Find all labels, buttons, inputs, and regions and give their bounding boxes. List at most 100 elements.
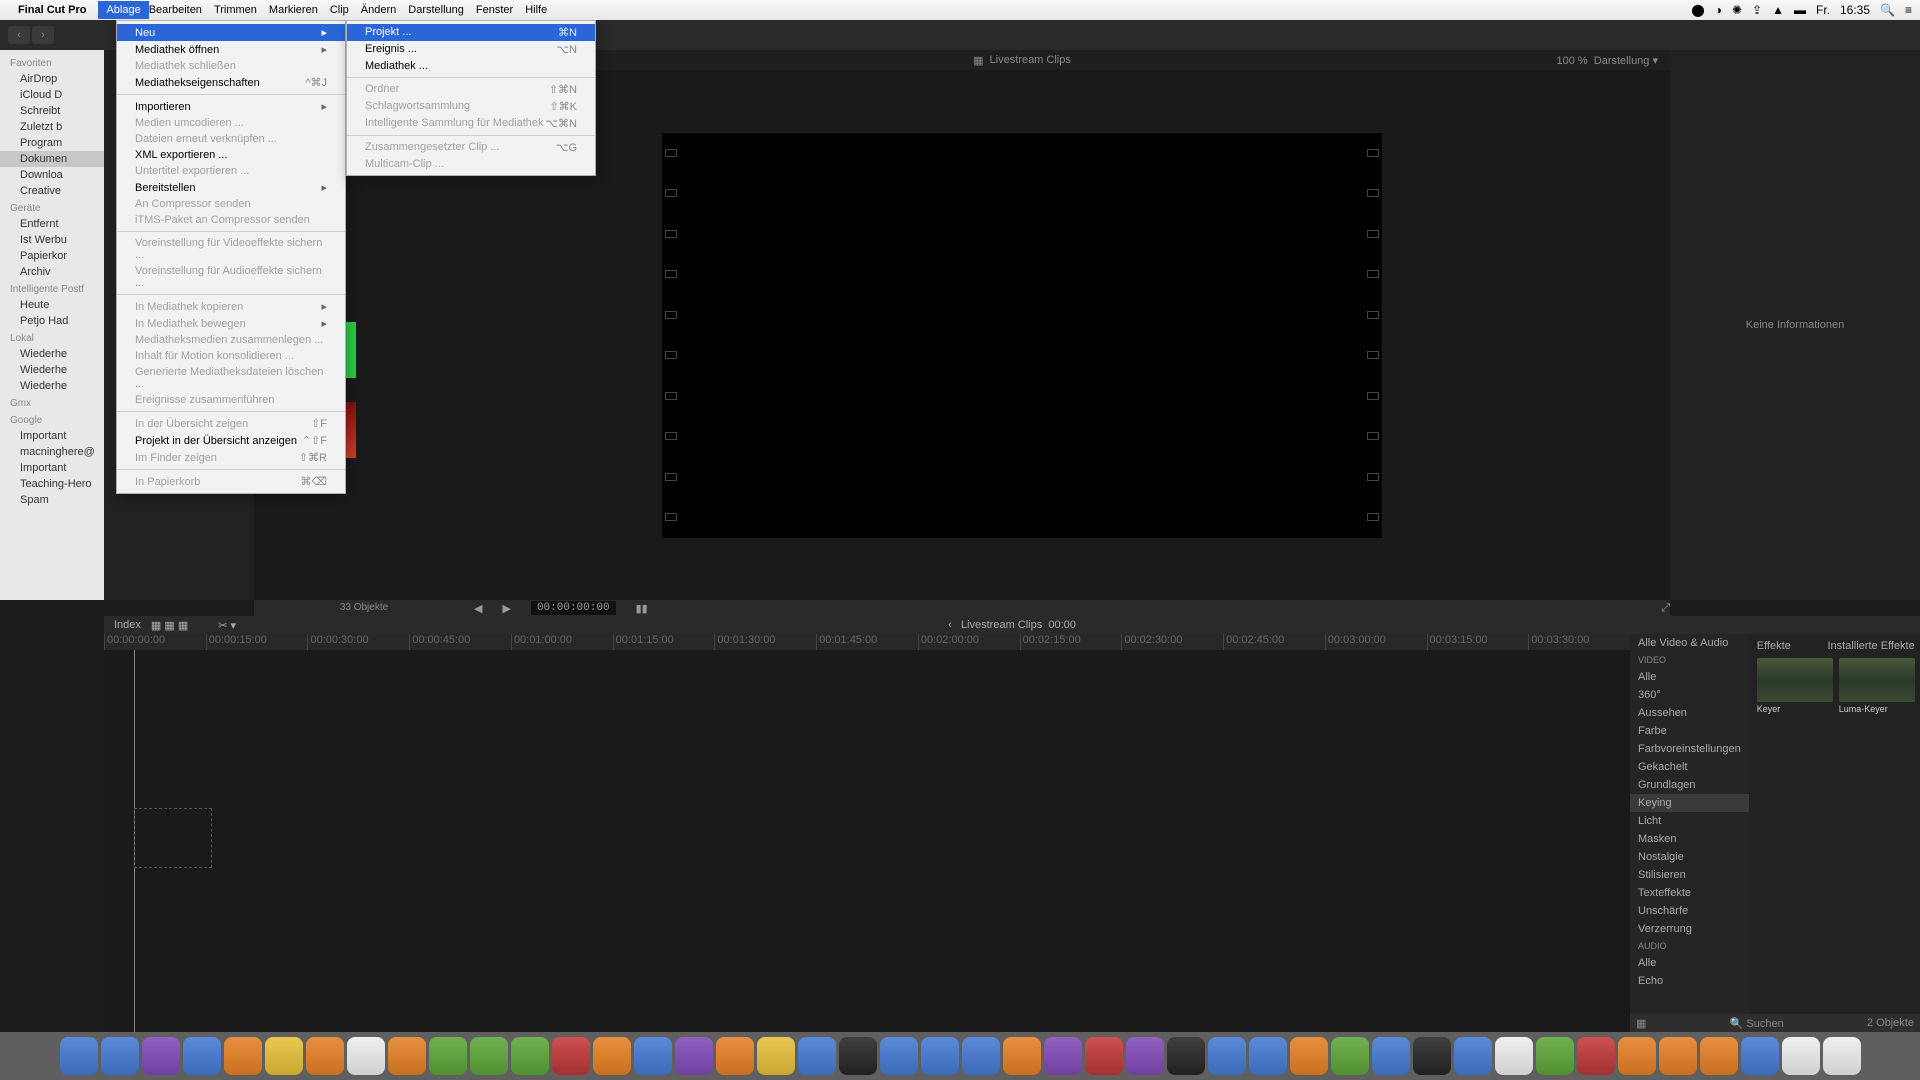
dock-app[interactable] [552,1037,590,1075]
dock-app[interactable] [1659,1037,1697,1075]
sidebar-item[interactable]: iCloud D [0,87,104,103]
effects-toolbar-icon[interactable]: ▦ [1636,1017,1646,1030]
sidebar-item[interactable]: Petjo Had [0,313,104,329]
dock-app[interactable] [388,1037,426,1075]
sidebar-item[interactable]: Downloa [0,167,104,183]
status-icon[interactable]: ◑ [1715,3,1722,17]
dock-app[interactable] [675,1037,713,1075]
timeline[interactable] [104,650,1630,1032]
app-name[interactable]: Final Cut Pro [18,4,86,16]
dock-app[interactable] [306,1037,344,1075]
prev-button[interactable]: ◀ [474,602,482,615]
status-icon[interactable]: ✺ [1732,3,1742,17]
status-icon[interactable]: ⬤ [1691,3,1704,17]
fx-category[interactable]: Alle Video & Audio [1630,634,1749,652]
sidebar-item[interactable]: Creative [0,183,104,199]
sidebar-item[interactable]: Schreibt [0,103,104,119]
sidebar-item[interactable]: Ist Werbu [0,232,104,248]
timeline-ruler[interactable]: 00:00:00:0000:00:15:0000:00:30:0000:00:4… [104,634,1630,650]
sidebar-item[interactable]: Wiederhe [0,362,104,378]
dock-app[interactable] [1700,1037,1738,1075]
dock-app[interactable] [839,1037,877,1075]
submenu-item[interactable]: Ereignis ...⌥N [347,41,595,58]
dock-app[interactable] [1126,1037,1164,1075]
sidebar-item[interactable]: Program [0,135,104,151]
fx-category[interactable]: Alle [1630,668,1749,686]
fx-item[interactable]: Luma-Keyer [1839,658,1915,714]
clock-time[interactable]: 16:35 [1840,3,1870,17]
dock-app[interactable] [593,1037,631,1075]
menu-ablage[interactable]: Ablage [98,1,148,19]
dock-app[interactable] [1085,1037,1123,1075]
fullscreen-icon[interactable]: ⤢ [1661,602,1670,615]
sidebar-item[interactable]: Zuletzt b [0,119,104,135]
fx-category[interactable]: Farbvoreinstellungen [1630,740,1749,758]
dock-app[interactable] [1372,1037,1410,1075]
submenu-item[interactable]: Mediathek ... [347,58,595,74]
menu-markieren[interactable]: Markieren [269,4,318,16]
fx-category[interactable]: Licht [1630,812,1749,830]
dock-app[interactable] [429,1037,467,1075]
effects-search[interactable]: Suchen [1746,1018,1783,1030]
fx-category[interactable]: 360° [1630,686,1749,704]
sidebar-item[interactable]: AirDrop [0,71,104,87]
menu-fenster[interactable]: Fenster [476,4,513,16]
forward-button[interactable]: › [32,26,54,44]
sidebar-item[interactable]: Important [0,428,104,444]
clock-day[interactable]: Fr. [1816,3,1830,17]
dock-app[interactable] [634,1037,672,1075]
dock-app[interactable] [224,1037,262,1075]
menu-item[interactable]: Mediathek öffnen ▸ [117,41,345,58]
dock-app[interactable] [1290,1037,1328,1075]
dock-app[interactable] [1208,1037,1246,1075]
dock-app[interactable] [1536,1037,1574,1075]
dock-app[interactable] [921,1037,959,1075]
menu-item[interactable]: Mediathekseigenschaften^⌘J [117,74,345,91]
wifi-icon[interactable]: ▲ [1772,3,1784,17]
flag-icon[interactable]: ▬ [1794,3,1806,17]
search-icon[interactable]: 🔍 [1880,3,1895,17]
fx-category[interactable]: Farbe [1630,722,1749,740]
dock-app[interactable] [142,1037,180,1075]
sidebar-item[interactable]: Important [0,460,104,476]
sidebar-item[interactable]: Archiv [0,264,104,280]
dock-app[interactable] [798,1037,836,1075]
menu-item[interactable]: XML exportieren ... [117,147,345,163]
dock-app[interactable] [1741,1037,1779,1075]
play-button[interactable]: ▶ [502,602,510,615]
index-button[interactable]: Index [104,619,151,631]
dock-app[interactable] [60,1037,98,1075]
view-menu[interactable]: Darstellung [1594,55,1650,67]
dock-app[interactable] [101,1037,139,1075]
sidebar-item[interactable]: Entfernt [0,216,104,232]
dock-app[interactable] [511,1037,549,1075]
back-button[interactable]: ‹ [8,26,30,44]
menu-item[interactable]: Projekt in der Übersicht anzeigen⌃⇧F [117,432,345,449]
menu-bearbeiten[interactable]: Bearbeiten [149,4,202,16]
fx-category[interactable]: Aussehen [1630,704,1749,722]
dock-app[interactable] [1823,1037,1861,1075]
viewer-canvas[interactable] [662,133,1382,538]
fx-category[interactable]: Texteffekte [1630,884,1749,902]
fx-category[interactable]: Verzerrung [1630,920,1749,938]
fx-category[interactable]: Unschärfe [1630,902,1749,920]
dock-app[interactable] [1782,1037,1820,1075]
fx-category[interactable]: Masken [1630,830,1749,848]
dock-app[interactable] [1413,1037,1451,1075]
fx-category[interactable]: Keying [1630,794,1749,812]
dock-app[interactable] [1249,1037,1287,1075]
sidebar-item[interactable]: macninghere@ [0,444,104,460]
zoom-label[interactable]: 100 % [1556,55,1587,67]
sidebar-item[interactable]: Papierkor [0,248,104,264]
dock-app[interactable] [880,1037,918,1075]
submenu-item[interactable]: Projekt ...⌘N [347,24,595,41]
dock-app[interactable] [265,1037,303,1075]
dock-app[interactable] [757,1037,795,1075]
sidebar-item[interactable]: Dokumen [0,151,104,167]
sidebar-item[interactable]: Spam [0,492,104,508]
dock-app[interactable] [1495,1037,1533,1075]
dock-app[interactable] [1454,1037,1492,1075]
dock-app[interactable] [183,1037,221,1075]
status-icon[interactable]: ⇪ [1752,3,1762,17]
menu-aendern[interactable]: Ändern [361,4,396,16]
